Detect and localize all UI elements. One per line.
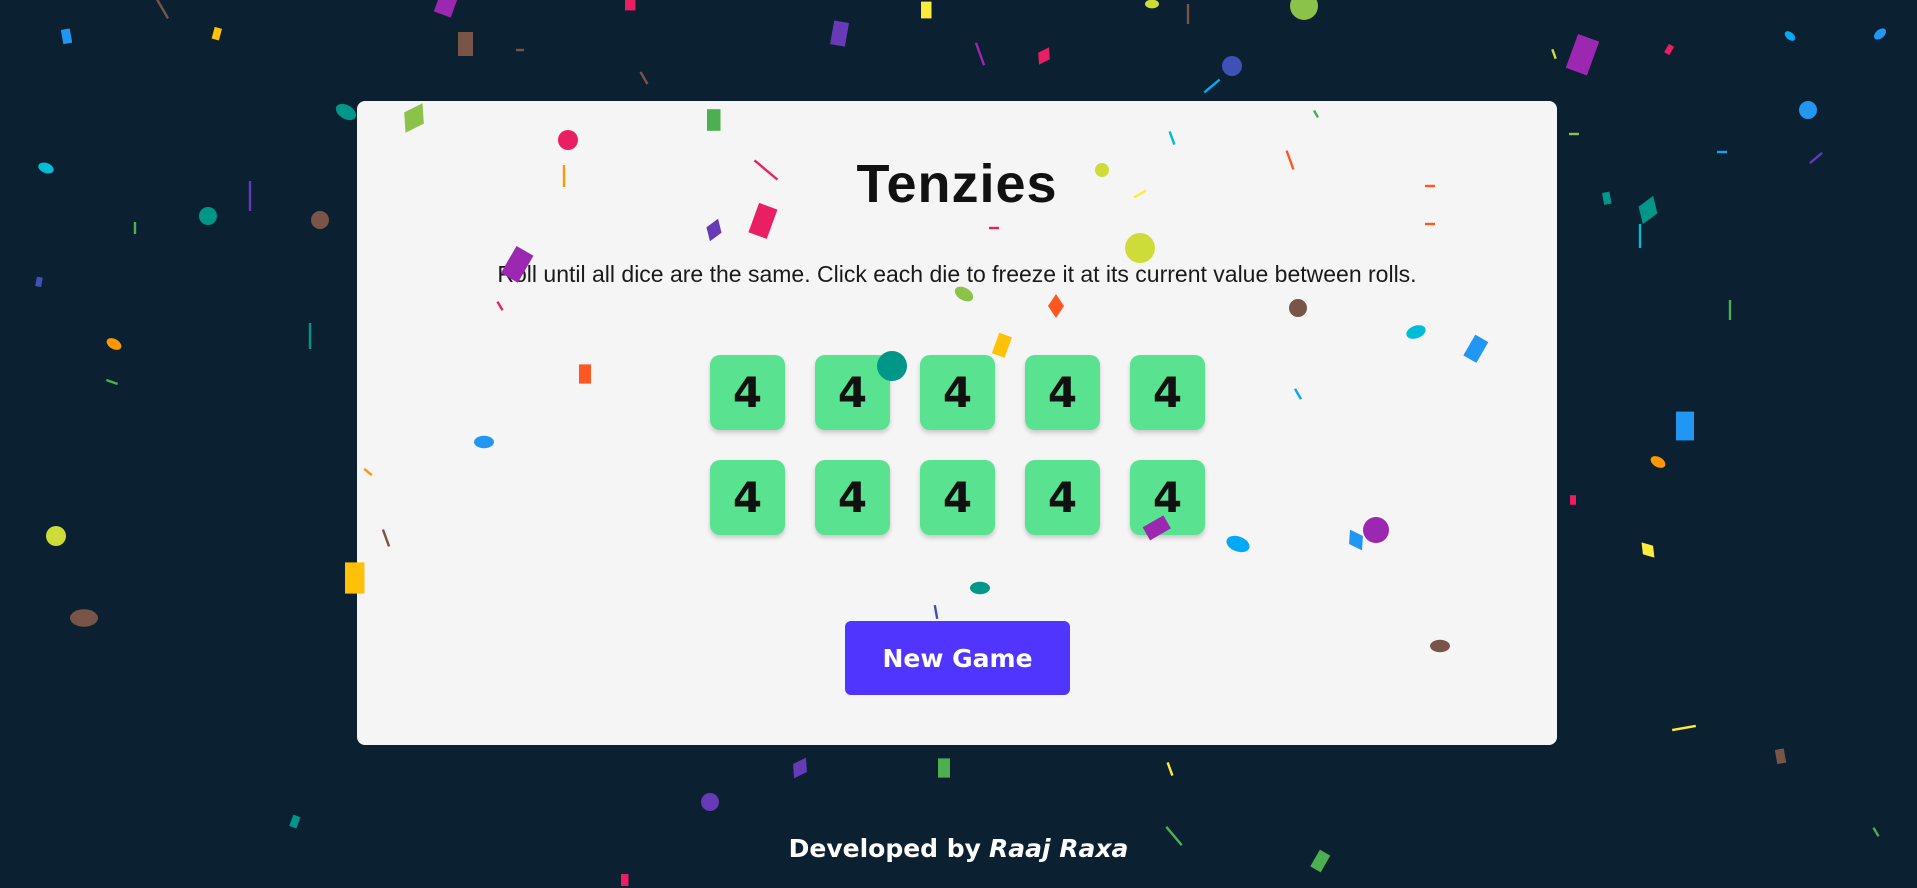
confetti-piece bbox=[830, 20, 850, 47]
confetti-piece bbox=[70, 609, 98, 627]
confetti-piece bbox=[639, 71, 649, 85]
die[interactable]: 4 bbox=[920, 355, 995, 430]
confetti-piece bbox=[1650, 456, 1666, 468]
confetti-piece bbox=[1774, 748, 1787, 765]
confetti-piece bbox=[35, 276, 43, 288]
confetti-piece bbox=[211, 26, 222, 41]
die[interactable]: 4 bbox=[920, 460, 995, 535]
confetti-piece bbox=[1602, 191, 1612, 205]
die[interactable]: 4 bbox=[815, 460, 890, 535]
confetti-piece bbox=[433, 0, 461, 18]
footer-credit: Developed by Raaj Raxa bbox=[0, 834, 1917, 863]
confetti-piece bbox=[1799, 101, 1817, 119]
confetti-piece bbox=[1671, 724, 1697, 732]
confetti-piece bbox=[1145, 0, 1159, 9]
confetti-piece bbox=[1569, 132, 1579, 136]
confetti-piece bbox=[289, 814, 301, 829]
die[interactable]: 4 bbox=[710, 355, 785, 430]
game-instructions: Roll until all dice are the same. Click … bbox=[497, 261, 1417, 287]
confetti-piece bbox=[1222, 56, 1242, 76]
confetti-piece bbox=[308, 323, 312, 349]
confetti-piece bbox=[133, 222, 137, 234]
confetti-piece bbox=[793, 757, 807, 779]
new-game-button[interactable]: New Game bbox=[845, 621, 1070, 695]
die[interactable]: 4 bbox=[1130, 460, 1205, 535]
dice-grid: 4 4 4 4 4 4 4 4 4 4 bbox=[710, 355, 1205, 535]
confetti-piece bbox=[621, 874, 629, 886]
die[interactable]: 4 bbox=[815, 355, 890, 430]
confetti-piece bbox=[1717, 150, 1727, 154]
confetti-piece bbox=[1664, 43, 1675, 56]
confetti-piece bbox=[106, 338, 122, 350]
confetti-piece bbox=[1203, 78, 1221, 94]
confetti-piece bbox=[1038, 47, 1050, 65]
footer-author: Raaj Raxa bbox=[988, 834, 1129, 863]
confetti-piece bbox=[974, 42, 986, 66]
confetti-piece bbox=[46, 526, 66, 546]
confetti-piece bbox=[1728, 300, 1732, 320]
confetti-piece bbox=[1565, 33, 1600, 76]
confetti-piece bbox=[1873, 28, 1887, 40]
confetti-piece bbox=[625, 0, 636, 11]
confetti-piece bbox=[199, 207, 217, 225]
confetti-piece bbox=[154, 0, 170, 19]
confetti-piece bbox=[1638, 224, 1642, 248]
confetti-piece bbox=[1676, 411, 1694, 441]
confetti-piece bbox=[516, 48, 524, 52]
die[interactable]: 4 bbox=[710, 460, 785, 535]
confetti-piece bbox=[1809, 151, 1823, 165]
confetti-piece bbox=[1551, 48, 1557, 60]
confetti-piece bbox=[1570, 495, 1576, 505]
footer-prefix: Developed by bbox=[788, 834, 981, 863]
confetti-piece bbox=[1641, 542, 1655, 558]
confetti-piece bbox=[1784, 31, 1796, 41]
confetti-piece bbox=[38, 162, 54, 174]
die[interactable]: 4 bbox=[1130, 355, 1205, 430]
confetti-piece bbox=[921, 1, 932, 19]
confetti-piece bbox=[105, 378, 119, 386]
confetti-piece bbox=[335, 103, 357, 121]
confetti-piece bbox=[1166, 762, 1174, 776]
confetti-piece bbox=[701, 793, 719, 811]
game-card: Tenzies Roll until all dice are the same… bbox=[357, 101, 1557, 745]
die[interactable]: 4 bbox=[1025, 355, 1100, 430]
die[interactable]: 4 bbox=[1025, 460, 1100, 535]
confetti-piece bbox=[938, 758, 950, 778]
confetti-piece bbox=[458, 32, 473, 56]
game-title: Tenzies bbox=[856, 154, 1058, 214]
confetti-piece bbox=[1290, 0, 1318, 20]
confetti-piece bbox=[1638, 195, 1658, 225]
confetti-piece bbox=[60, 28, 73, 45]
confetti-piece bbox=[248, 181, 252, 211]
confetti-piece bbox=[311, 211, 329, 229]
confetti-piece bbox=[1186, 4, 1190, 24]
